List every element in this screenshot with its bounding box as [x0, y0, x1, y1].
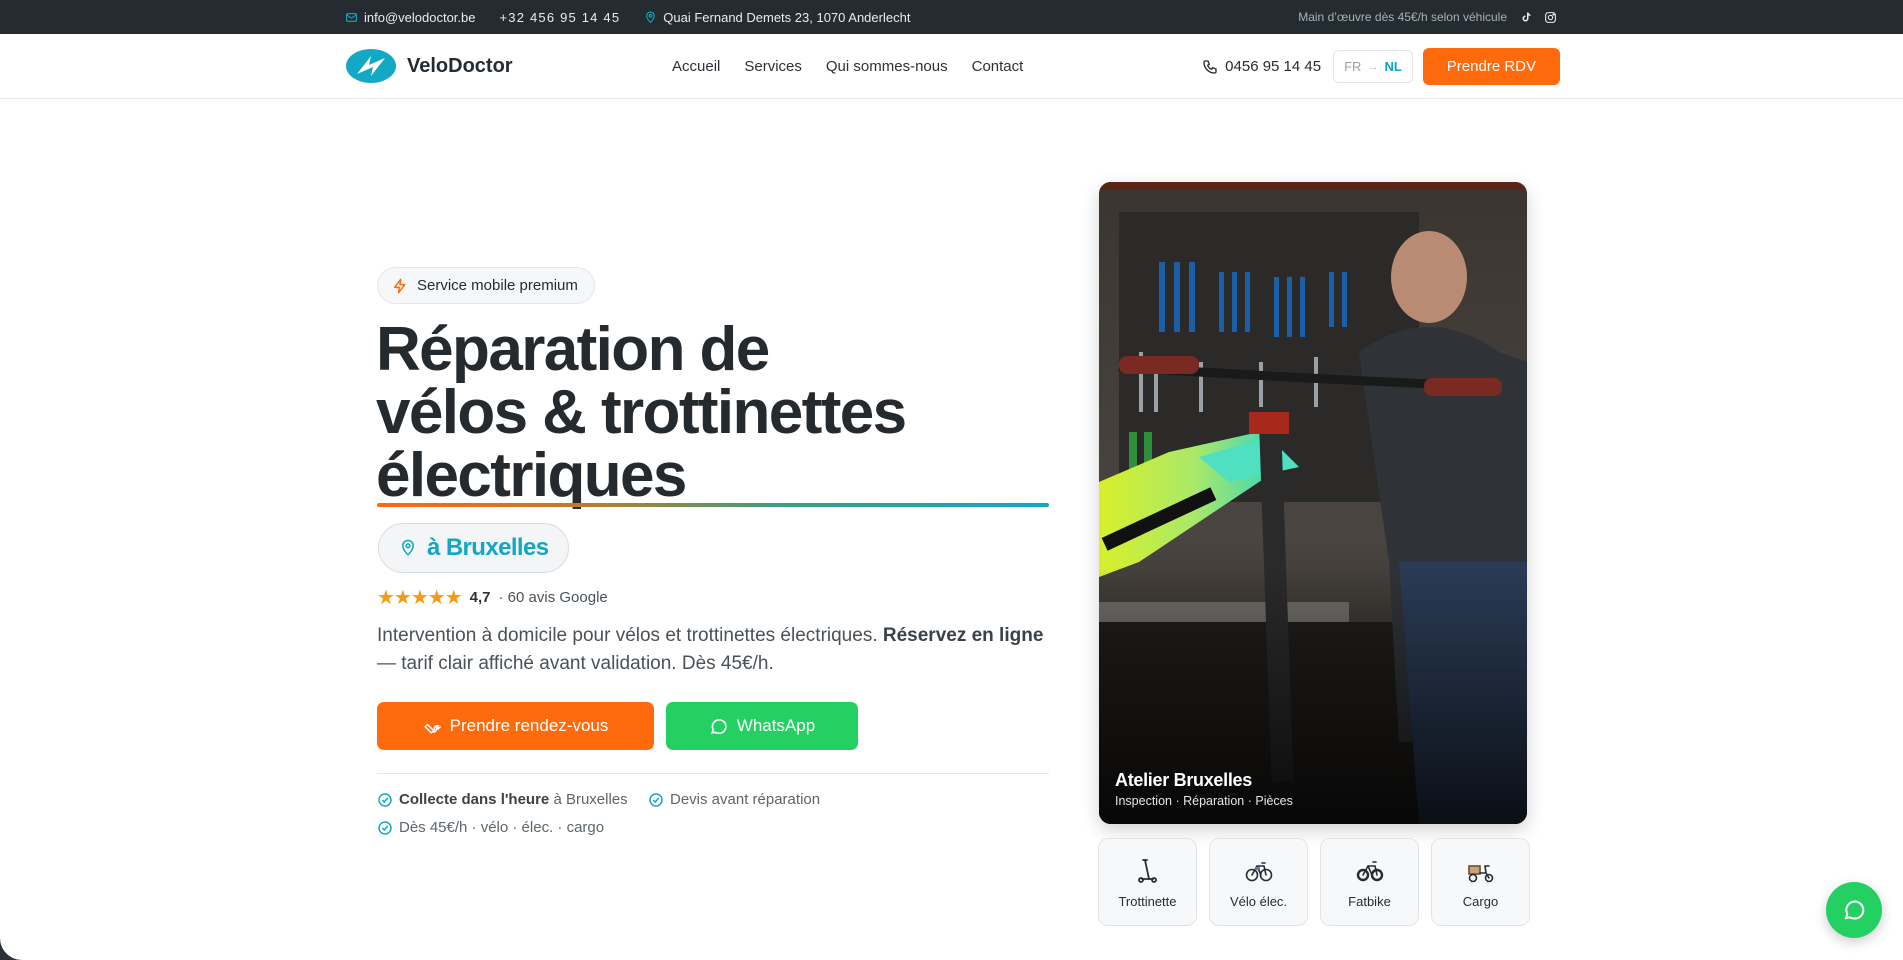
topbar-address[interactable]: Quai Fernand Demets 23, 1070 Anderlecht — [644, 10, 910, 25]
hero-title-line-3: électriques — [376, 441, 687, 510]
hero-divider — [377, 773, 1049, 774]
hero-title-line-1: Réparation de — [376, 315, 770, 384]
topbar-address-text: Quai Fernand Demets 23, 1070 Anderlecht — [663, 9, 911, 25]
topbar-phone[interactable]: +32 456 95 14 45 — [500, 10, 621, 25]
map-pin-icon — [644, 11, 657, 24]
category-cargo-label: Cargo — [1462, 894, 1499, 909]
brand-name: VeloDoctor — [407, 54, 513, 77]
title-gradient-underline — [377, 503, 1049, 507]
topbar-phone-text: +32 456 95 14 45 — [499, 9, 621, 25]
nav-accueil[interactable]: Accueil — [672, 58, 720, 75]
location-pin-icon — [401, 539, 415, 556]
nav-qui-sommes-nous[interactable]: Qui sommes-nous — [826, 58, 948, 75]
category-velo-elec[interactable]: Vélo élec. — [1209, 838, 1308, 926]
category-velo-elec-label: Vélo élec. — [1229, 894, 1288, 909]
hero-title: Réparation de vélos & trottinettes élect… — [376, 318, 1056, 507]
whatsapp-icon — [710, 718, 727, 734]
feature-pricing: Dès 45€/h · vélo · élec. · cargo — [377, 819, 604, 836]
photo-subtitle: Inspection · Réparation · Pièces — [1115, 794, 1293, 808]
check-circle-icon — [649, 792, 663, 807]
category-trottinette[interactable]: Trottinette — [1098, 838, 1197, 926]
service-badge-text: Service mobile premium — [417, 277, 578, 294]
lead-bold: Réservez en ligne — [882, 625, 1044, 646]
site-header: VeloDoctor Accueil Services Qui sommes-n… — [0, 34, 1903, 99]
google-rating[interactable]: ★★★★★ 4,7 · 60 avis Google — [377, 585, 608, 610]
lightning-icon — [393, 278, 406, 293]
mail-icon — [345, 11, 358, 24]
feature-2-text: Devis avant réparation — [670, 791, 821, 808]
photo-caption: Atelier Bruxelles Inspection · Réparatio… — [1115, 770, 1293, 808]
lang-nl[interactable]: NL — [1384, 59, 1401, 74]
main-nav: Accueil Services Qui sommes-nous Contact — [672, 34, 1023, 99]
page: info@velodoctor.be +32 456 95 14 45 Quai… — [0, 0, 1903, 960]
brand-logo[interactable]: VeloDoctor — [345, 48, 513, 84]
phone-icon — [1203, 59, 1217, 74]
wrench-icon — [423, 723, 441, 734]
workshop-photo-card: Atelier Bruxelles Inspection · Réparatio… — [1099, 182, 1527, 824]
ebike-icon — [1245, 862, 1272, 882]
book-appointment-button[interactable]: Prendre RDV — [1422, 48, 1560, 85]
book-appointment-primary-label: Prendre rendez-vous — [449, 716, 609, 735]
hero-description: Intervention à domicile pour vélos et tr… — [377, 622, 1057, 678]
category-fatbike[interactable]: Fatbike — [1320, 838, 1419, 926]
topbar-email[interactable]: info@velodoctor.be — [345, 10, 476, 25]
lead-rest: — tarif clair affiché avant validation. … — [377, 653, 774, 674]
language-switcher[interactable]: FR → NL — [1333, 50, 1413, 83]
instagram-icon[interactable] — [1544, 11, 1557, 24]
lead-text: Intervention à domicile pour vélos et tr… — [377, 625, 883, 646]
book-appointment-primary-button[interactable]: Prendre rendez-vous — [377, 702, 654, 750]
rating-count: · 60 avis Google — [498, 589, 608, 606]
feature-1-bold: Collecte dans l'heure — [399, 791, 550, 808]
topbar-email-text: info@velodoctor.be — [364, 9, 476, 25]
vehicle-category-tiles: Trottinette Vélo élec. Fatbike Cargo — [1098, 838, 1530, 926]
photo-title: Atelier Bruxelles — [1115, 770, 1252, 790]
feature-quote: Devis avant réparation — [648, 791, 820, 808]
logo-mark-icon — [346, 49, 396, 83]
header-phone[interactable]: 0456 95 14 45 — [1202, 58, 1321, 75]
header-phone-text: 0456 95 14 45 — [1225, 58, 1322, 75]
star-rating-icon: ★★★★★ — [377, 587, 463, 609]
feature-collection: Collecte dans l'heure à Bruxelles — [377, 791, 628, 808]
hero-title-line-2: vélos & trottinettes — [376, 378, 907, 447]
service-badge: Service mobile premium — [377, 267, 595, 304]
feature-3-text: Dès 45€/h · vélo · élec. · cargo — [399, 819, 605, 836]
scooter-icon — [1137, 859, 1157, 883]
floating-whatsapp-button[interactable] — [1826, 882, 1882, 938]
city-pill: à Bruxelles — [378, 523, 570, 573]
fatbike-icon — [1356, 861, 1383, 882]
check-circle-icon — [378, 792, 392, 807]
check-circle-icon — [378, 820, 392, 835]
category-cargo[interactable]: Cargo — [1431, 838, 1530, 926]
nav-services[interactable]: Services — [744, 58, 802, 75]
lang-fr[interactable]: FR — [1344, 59, 1361, 74]
rating-score: 4,7 — [469, 589, 491, 606]
whatsapp-label: WhatsApp — [736, 716, 816, 735]
arrow-right-icon: → — [1367, 60, 1379, 73]
whatsapp-button[interactable]: WhatsApp — [666, 702, 858, 750]
city-text: à Bruxelles — [427, 534, 549, 561]
whatsapp-icon — [1844, 900, 1865, 920]
topbar-pricing-note: Main d’œuvre dès 45€/h selon véhicule — [1298, 10, 1507, 24]
workshop-photo — [1099, 182, 1527, 824]
category-trottinette-label: Trottinette — [1118, 894, 1177, 909]
category-fatbike-label: Fatbike — [1348, 894, 1391, 909]
top-info-bar: info@velodoctor.be +32 456 95 14 45 Quai… — [0, 0, 1903, 34]
tiktok-icon[interactable] — [1519, 11, 1532, 24]
cargo-bike-icon — [1467, 865, 1493, 883]
feature-1-text: à Bruxelles — [549, 791, 628, 808]
nav-contact[interactable]: Contact — [972, 58, 1024, 75]
